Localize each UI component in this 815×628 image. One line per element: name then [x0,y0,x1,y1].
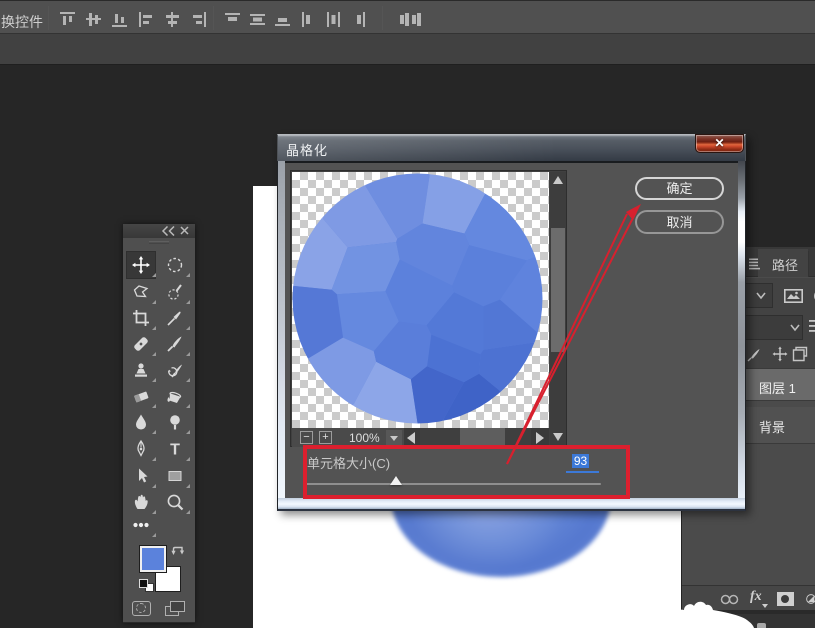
svg-text:T: T [170,442,180,459]
